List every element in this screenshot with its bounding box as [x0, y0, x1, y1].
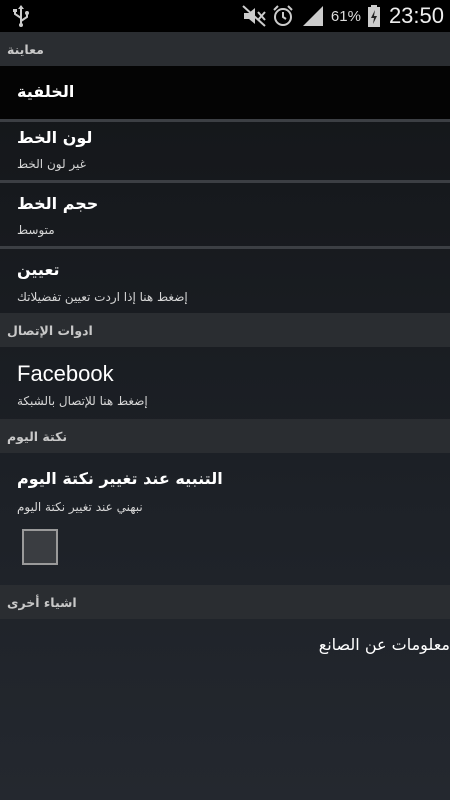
section-header-other: اشياء أخرى [0, 585, 450, 619]
section-header-preview: معاينة [0, 32, 450, 66]
joke-notify-checkbox[interactable] [22, 529, 58, 565]
battery-charging-icon [367, 4, 381, 28]
facebook-setting[interactable]: Facebook إضغط هنا للإتصال بالشبكة [0, 347, 450, 419]
background-label: الخلفية [17, 82, 75, 101]
font-size-title: حجم الخط [17, 194, 99, 213]
background-setting[interactable]: الخلفية [0, 66, 450, 120]
alarm-icon [271, 4, 295, 28]
about-maker-setting[interactable]: معلومات عن الصانع [0, 619, 450, 679]
font-color-title: لون الخط [17, 128, 93, 147]
mute-icon [241, 4, 266, 28]
status-bar: 61% 23:50 [0, 0, 450, 32]
font-color-subtitle: غير لون الخط [17, 157, 86, 171]
battery-percent: 61% [330, 7, 361, 25]
assign-subtitle: إضغط هنا إذا اردت تعيين تفضيلاتك [17, 290, 188, 304]
signal-icon [301, 4, 325, 28]
assign-title: تعيين [17, 260, 60, 279]
settings-list: معاينة الخلفية لون الخط غير لون الخط حجم… [0, 32, 450, 800]
font-size-subtitle: متوسط [17, 223, 55, 237]
facebook-subtitle: إضغط هنا للإتصال بالشبكة [17, 394, 148, 408]
section-header-label: ادوات الإتصال [7, 322, 93, 338]
facebook-title: Facebook [17, 361, 114, 386]
font-size-setting[interactable]: حجم الخط متوسط [0, 183, 450, 246]
section-header-label: نكتة اليوم [7, 428, 68, 444]
section-header-connection-tools: ادوات الإتصال [0, 313, 450, 347]
section-header-label: اشياء أخرى [7, 594, 77, 610]
clock-time: 23:50 [388, 3, 444, 28]
joke-notify-setting[interactable]: التنبيه عند تغيير نكتة اليوم نبهني عند ت… [0, 453, 450, 585]
section-header-label: معاينة [7, 41, 44, 57]
assign-setting[interactable]: تعيين إضغط هنا إذا اردت تعيين تفضيلاتك [0, 249, 450, 313]
joke-notify-subtitle: نبهني عند تغيير نكتة اليوم [17, 500, 143, 514]
font-color-setting[interactable]: لون الخط غير لون الخط [0, 122, 450, 180]
section-header-joke-of-day: نكتة اليوم [0, 419, 450, 453]
about-maker-title: معلومات عن الصانع [318, 635, 450, 654]
usb-icon [10, 4, 32, 28]
joke-notify-title: التنبيه عند تغيير نكتة اليوم [17, 469, 223, 488]
